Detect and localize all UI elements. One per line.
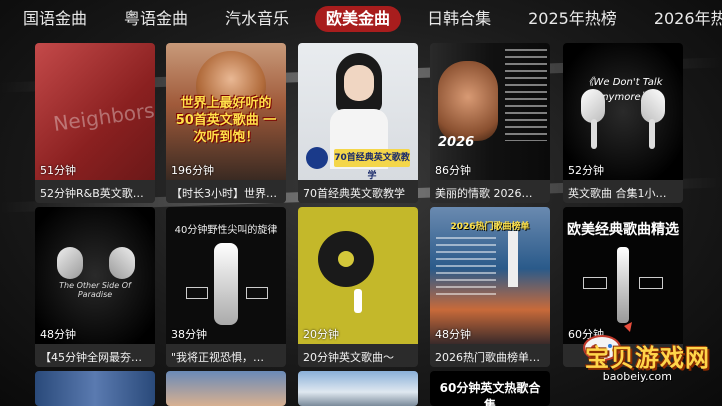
video-thumbnail: 20分钟 <box>298 207 418 344</box>
duration-badge: 20分钟 <box>303 328 339 341</box>
thumbnail-text: 欧美经典歌曲精选 <box>567 222 679 238</box>
earbud-image <box>581 89 605 123</box>
watermark-url: baobeiy.com <box>602 370 672 383</box>
duration-badge: 196分钟 <box>171 164 214 177</box>
site-watermark: 宝贝游戏网 baobeiy.com <box>550 318 712 398</box>
video-thumbnail <box>298 371 418 406</box>
tab-cantonese-hits[interactable]: 粤语金曲 <box>113 6 199 32</box>
video-thumbnail: 70首经典英文歌教学 <box>298 43 418 180</box>
video-card[interactable]: 2026热门歌曲榜单 48分钟 2026热门歌曲榜单… <box>430 207 550 367</box>
bar-decoration <box>354 289 362 313</box>
video-card[interactable]: 70首经典英文歌教学 70首经典英文歌教学 <box>298 43 418 203</box>
device-image <box>617 247 629 323</box>
video-card[interactable]: The Other Side Of Paradise 48分钟 【45分钟全网最… <box>35 207 155 367</box>
video-thumbnail: 2026 86分钟 <box>430 43 550 180</box>
video-thumbnail <box>166 371 286 406</box>
tab-2025-chart[interactable]: 2025年热榜 <box>517 6 628 32</box>
video-title: 【时长3小时】世界… <box>166 180 286 203</box>
logo-icon <box>306 147 328 169</box>
earbud-image <box>641 89 665 123</box>
video-card[interactable]: 40分钟野性尖叫的旋律 38分钟 "我将正视恐惧，… <box>166 207 286 367</box>
video-card[interactable]: 20分钟 20分钟英文歌曲～ <box>298 207 418 367</box>
video-title: 2026热门歌曲榜单… <box>430 344 550 367</box>
video-card[interactable] <box>298 371 418 406</box>
video-thumbnail: 2026热门歌曲榜单 48分钟 <box>430 207 550 344</box>
tab-soda-music[interactable]: 汽水音乐 <box>214 6 300 32</box>
label-box <box>583 277 607 289</box>
thumbnail-text: Neighbors <box>51 98 155 136</box>
duration-badge: 86分钟 <box>435 164 471 177</box>
portrait-face <box>344 65 374 101</box>
video-card[interactable]: 《We Don't Talk Anymore》 52分钟 英文歌曲 合集1小… <box>563 43 683 203</box>
video-title: 70首经典英文歌教学 <box>298 180 418 203</box>
video-thumbnail: 60分钟英文热歌合集 <box>430 371 550 406</box>
duration-badge: 48分钟 <box>435 328 471 341</box>
portrait-image <box>438 61 498 141</box>
label-box <box>186 287 208 299</box>
thumbnail-text: 世界上最好听的 50首英文歌曲 一次听到饱！ <box>175 96 277 145</box>
video-card[interactable]: 60分钟英文热歌合集 <box>430 371 550 406</box>
thumbnail-text: 70首经典英文歌教学 <box>334 149 410 180</box>
thumbnail-text: 2026 <box>438 135 475 150</box>
earbud-stem <box>591 119 597 149</box>
thumbnail-text: 2026热门歌曲榜单 <box>450 222 530 232</box>
video-title: 52分钟R&B英文歌… <box>35 180 155 203</box>
tab-western-hits[interactable]: 欧美金曲 <box>315 6 402 32</box>
tab-jp-kr-collection[interactable]: 日韩合集 <box>416 6 502 32</box>
tab-2026-chart[interactable]: 2026年热 <box>643 6 722 32</box>
duration-badge: 48分钟 <box>40 328 76 341</box>
video-title: 【45分钟全网最夯… <box>35 344 155 367</box>
device-image <box>214 243 238 325</box>
video-card[interactable]: Neighbors 51分钟 52分钟R&B英文歌… <box>35 43 155 203</box>
video-card[interactable]: 2026 86分钟 美丽的情歌 2026… <box>430 43 550 203</box>
thumbnail-text: 60分钟英文热歌合集 <box>439 381 541 406</box>
video-thumbnail: Neighbors 51分钟 <box>35 43 155 180</box>
video-card[interactable] <box>35 371 155 406</box>
video-title: "我将正视恐惧，… <box>166 344 286 367</box>
tab-mandarin-hits[interactable]: 国语金曲 <box>12 6 98 32</box>
video-thumbnail <box>35 371 155 406</box>
video-card[interactable] <box>166 371 286 406</box>
earbud-stem <box>649 119 655 149</box>
video-thumbnail: 世界上最好听的 50首英文歌曲 一次听到饱！ 196分钟 <box>166 43 286 180</box>
vinyl-label <box>338 251 354 267</box>
earbud-image <box>109 247 135 279</box>
video-title: 20分钟英文歌曲～ <box>298 344 418 367</box>
tracklist-text <box>436 237 496 297</box>
duration-badge: 52分钟 <box>568 164 604 177</box>
duration-badge: 38分钟 <box>171 328 207 341</box>
video-thumbnail: 40分钟野性尖叫的旋律 38分钟 <box>166 207 286 344</box>
video-card[interactable]: 世界上最好听的 50首英文歌曲 一次听到饱！ 196分钟 【时长3小时】世界… <box>166 43 286 203</box>
label-box <box>246 287 268 299</box>
thumbnail-text: 40分钟野性尖叫的旋律 <box>174 225 278 236</box>
earbud-image <box>57 247 83 279</box>
watermark-text: 宝贝游戏网 <box>585 344 710 372</box>
tracklist-text <box>505 49 547 141</box>
video-thumbnail: The Other Side Of Paradise 48分钟 <box>35 207 155 344</box>
category-tabs: 国语金曲 粤语金曲 汽水音乐 欧美金曲 日韩合集 2025年热榜 2026年热 <box>0 0 722 38</box>
video-thumbnail: 《We Don't Talk Anymore》 52分钟 <box>563 43 683 180</box>
thumbnail-text: The Other Side Of Paradise <box>59 281 131 299</box>
video-title: 美丽的情歌 2026… <box>430 180 550 203</box>
video-title: 英文歌曲 合集1小… <box>563 180 683 203</box>
duration-badge: 51分钟 <box>40 164 76 177</box>
label-box <box>639 277 663 289</box>
lighthouse-image <box>508 231 518 287</box>
